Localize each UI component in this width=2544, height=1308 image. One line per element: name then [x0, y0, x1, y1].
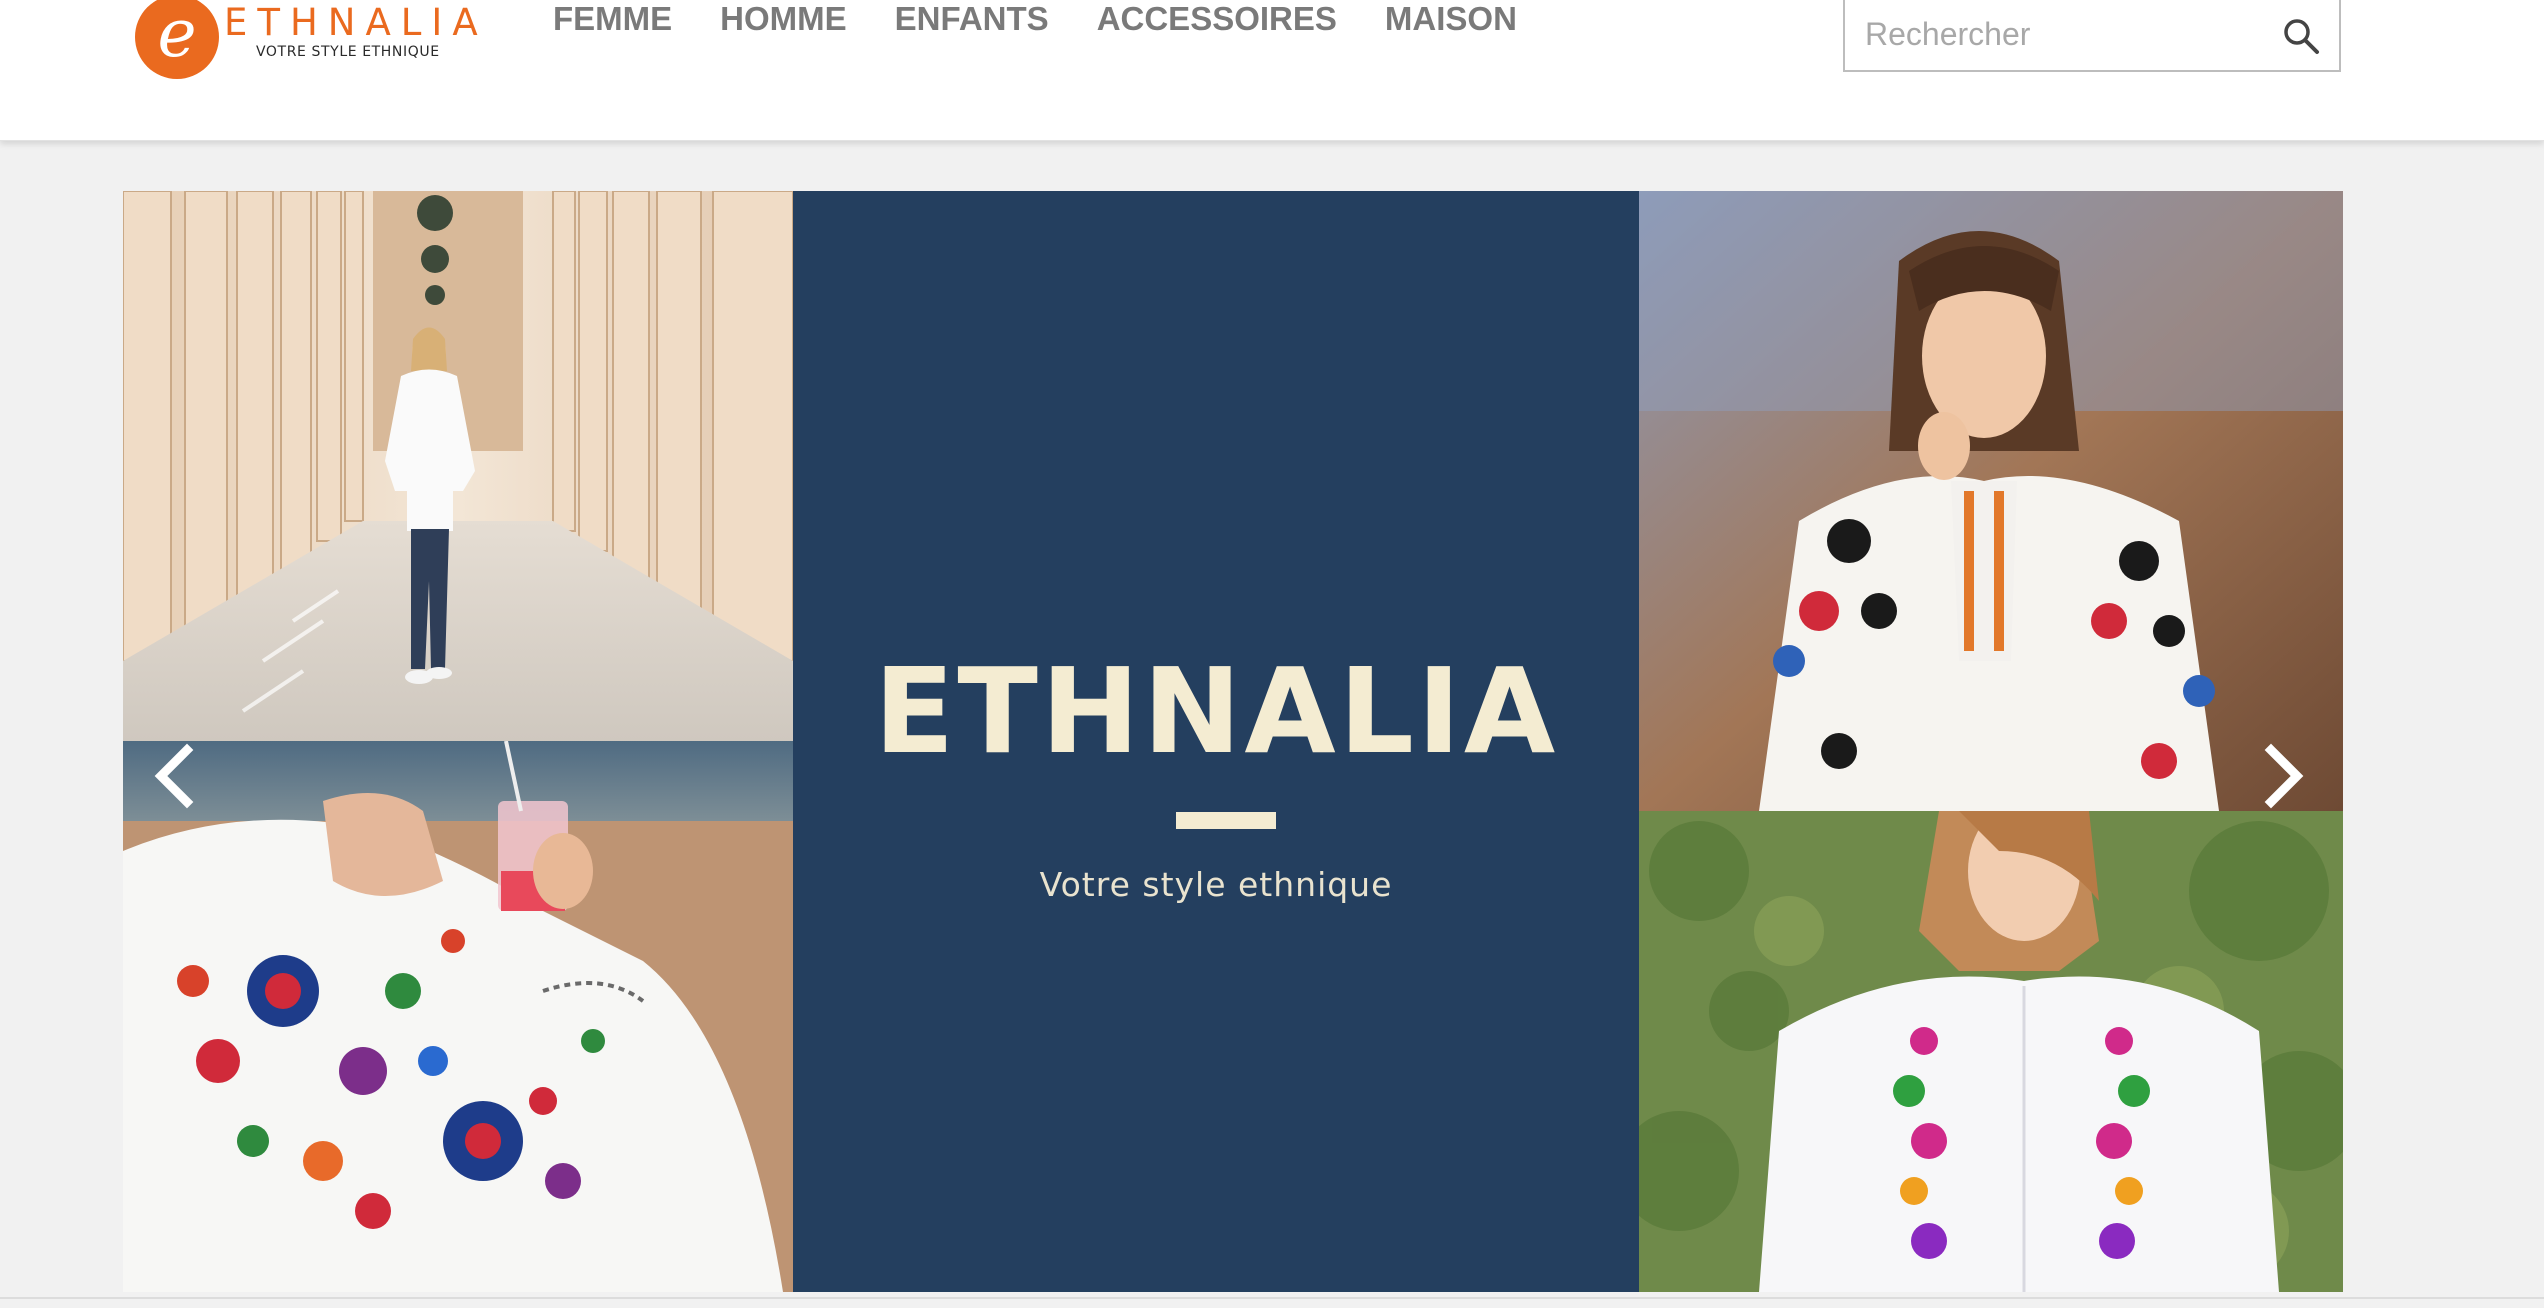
hero-title: ETHNALIA — [873, 642, 1559, 780]
logo-wordmark: ETHNALIA — [224, 1, 488, 44]
hero-carousel: ETHNALIA Votre style ethnique — [123, 191, 2343, 1292]
photo-girl-embroidered-blouse — [1639, 191, 2343, 811]
nav-item-femme[interactable]: FEMME — [553, 0, 672, 42]
floral-shirt-photo-image — [1639, 811, 2343, 1292]
hero-brand-panel: ETHNALIA Votre style ethnique — [793, 191, 1639, 1292]
site-logo[interactable]: e ETHNALIA VOTRE STYLE ETHNIQUE — [134, 0, 478, 84]
search-icon[interactable] — [2281, 16, 2321, 56]
chevron-right-icon[interactable] — [2253, 736, 2313, 816]
beach-photo-image — [123, 741, 793, 1292]
photo-colonnade-woman — [123, 191, 793, 741]
nav-item-enfants[interactable]: ENFANTS — [895, 0, 1049, 42]
girl-photo-image — [1639, 191, 2343, 811]
hero-subtitle: Votre style ethnique — [1039, 865, 1393, 904]
photo-woman-floral-shirt — [1639, 811, 2343, 1292]
chevron-left-icon[interactable] — [145, 736, 205, 816]
logo-tagline: VOTRE STYLE ETHNIQUE — [256, 44, 440, 60]
photo-beach-drink — [123, 741, 793, 1292]
site-header: e ETHNALIA VOTRE STYLE ETHNIQUE FEMME HO… — [0, 0, 2544, 141]
main-navigation: FEMME HOMME ENFANTS ACCESSOIRES MAISON — [553, 0, 1565, 42]
nav-item-homme[interactable]: HOMME — [720, 0, 847, 42]
logo-mark-icon: e — [135, 0, 219, 79]
nav-item-maison[interactable]: MAISON — [1385, 0, 1517, 42]
search-box — [1843, 0, 2341, 72]
page-divider — [0, 1297, 2544, 1299]
hero-divider — [1176, 812, 1276, 829]
logo-letter: e — [157, 0, 196, 72]
nav-item-accessoires[interactable]: ACCESSOIRES — [1097, 0, 1337, 42]
colonnade-photo-image — [123, 191, 793, 741]
search-input[interactable] — [1863, 8, 2267, 60]
